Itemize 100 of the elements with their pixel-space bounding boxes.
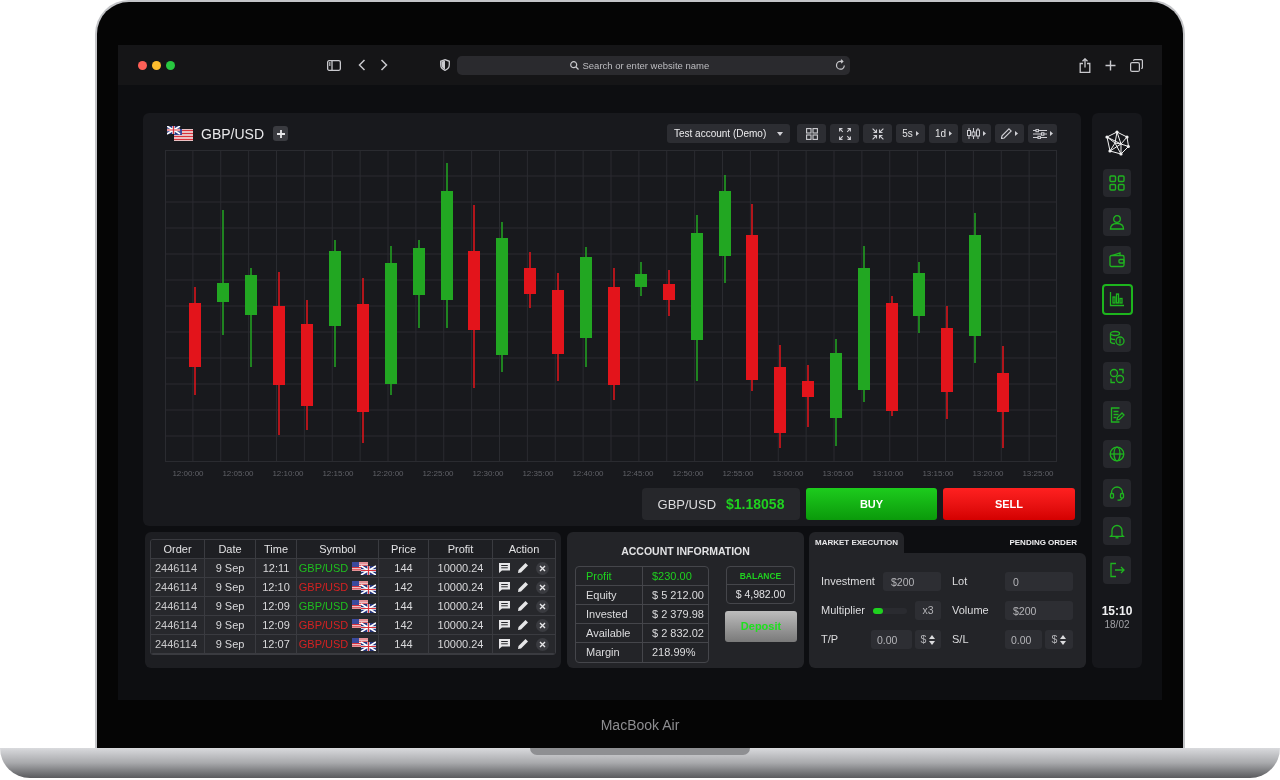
pencil-icon: [1001, 128, 1012, 139]
shield-icon[interactable]: [440, 59, 450, 71]
address-bar[interactable]: Search or enter website name: [457, 55, 850, 75]
nav-button[interactable]: [1103, 246, 1131, 275]
tab[interactable]: PENDING ORDER: [1000, 532, 1086, 553]
currency-select[interactable]: $: [915, 630, 941, 649]
account-value: $230.00: [652, 569, 692, 583]
new-tab-icon[interactable]: [1105, 59, 1116, 71]
account-select[interactable]: Test account (Demo): [667, 124, 790, 143]
comment-icon[interactable]: [499, 582, 510, 592]
plus-icon: [276, 129, 285, 138]
flags-icon: [167, 126, 193, 141]
settings-button[interactable]: [1028, 124, 1057, 143]
axis-label: 13:25:00: [1022, 469, 1054, 479]
candlestick: [663, 270, 675, 316]
comment-icon[interactable]: [499, 639, 510, 649]
caret-icon: [915, 131, 919, 136]
nav-button[interactable]: [1101, 283, 1133, 315]
tab[interactable]: MARKET EXECUTION: [809, 532, 905, 553]
flags-icon: [352, 599, 377, 613]
caret-icon: [1015, 131, 1018, 136]
nav-button[interactable]: [1103, 478, 1131, 507]
wallet-icon: [1109, 252, 1125, 269]
back-icon[interactable]: [358, 59, 366, 71]
timeframe-button[interactable]: 5s: [896, 124, 925, 143]
axis-label: 13:15:00: [922, 469, 954, 479]
nav-button[interactable]: [1103, 517, 1131, 546]
address-field[interactable]: Search or enter website name: [582, 57, 723, 73]
window-minimize-icon[interactable]: [152, 60, 161, 70]
table-cell: 10000.24: [429, 616, 493, 635]
input-field[interactable]: $200: [883, 572, 941, 591]
close-icon[interactable]: [536, 618, 549, 632]
multiplier-slider[interactable]: [873, 607, 907, 614]
axis-label: 12:35:00: [522, 469, 554, 479]
column-header: Price: [379, 540, 429, 559]
nav-button[interactable]: [1103, 323, 1131, 352]
tabs-icon[interactable]: [1130, 58, 1143, 72]
fullscreen-button[interactable]: [830, 124, 859, 143]
layout-button[interactable]: [797, 124, 826, 143]
comment-icon[interactable]: [499, 601, 510, 611]
window-close-icon[interactable]: [138, 60, 147, 70]
sidebar-toggle-icon[interactable]: [327, 59, 341, 71]
table-cell: 9 Sep: [205, 597, 256, 616]
window-maximize-icon[interactable]: [166, 60, 175, 70]
table-cell: 142: [379, 578, 429, 597]
input-field[interactable]: 0.00: [871, 630, 912, 649]
axis-label: 12:50:00: [672, 469, 704, 479]
forward-icon[interactable]: [380, 59, 388, 71]
drawing-tools-button[interactable]: [995, 124, 1024, 143]
table-cell: 9 Sep: [205, 559, 256, 578]
input-field[interactable]: 0: [1005, 572, 1073, 591]
account-label: Profit: [586, 569, 612, 583]
bar-chart-icon: [1109, 291, 1125, 308]
axis-label: 12:40:00: [572, 469, 604, 479]
close-icon[interactable]: [536, 637, 549, 651]
close-icon[interactable]: [536, 561, 549, 575]
axis-label: 13:05:00: [822, 469, 854, 479]
chart-type-button[interactable]: [962, 124, 991, 143]
globe-icon: [1109, 445, 1125, 462]
currency-select[interactable]: $: [1045, 630, 1073, 649]
account-label: Invested: [586, 607, 628, 621]
account-value: 218.99%: [652, 646, 696, 659]
comment-icon[interactable]: [499, 620, 510, 630]
table-cell: 2446114: [151, 578, 205, 597]
balance-label: BALANCE: [739, 570, 782, 581]
nav-button[interactable]: [1103, 169, 1131, 197]
axis-label: 12:30:00: [472, 469, 504, 479]
column-header: Symbol: [297, 540, 379, 559]
account-value: $ 5 212.00: [652, 588, 704, 602]
nav-button[interactable]: [1103, 439, 1131, 468]
nav-button[interactable]: [1103, 401, 1131, 430]
flags-icon: [352, 618, 377, 632]
account-label: Available: [586, 626, 631, 640]
nav-button[interactable]: [1103, 207, 1131, 236]
nav-button[interactable]: [1103, 362, 1131, 391]
grid-icon: [1109, 175, 1125, 191]
flags-icon: [352, 561, 377, 575]
comment-icon[interactable]: [499, 563, 510, 573]
share-icon[interactable]: [1079, 57, 1091, 73]
document-edit-icon: [1109, 407, 1125, 424]
caret-icon: [983, 131, 986, 136]
bell-icon: [1109, 523, 1125, 540]
reload-icon[interactable]: [835, 59, 846, 71]
close-icon[interactable]: [536, 580, 549, 594]
axis-label: 12:05:00: [222, 469, 254, 479]
coins-icon: [1109, 329, 1125, 346]
currency-pair: GBP/USD: [298, 561, 349, 575]
currency-pair: GBP/USD: [298, 637, 349, 651]
input-field[interactable]: $200: [1005, 601, 1073, 620]
close-icon[interactable]: [536, 599, 549, 613]
input-field[interactable]: 0.00: [1005, 630, 1042, 649]
table-cell: 2446114: [151, 559, 205, 578]
sell-button[interactable]: SELL: [943, 488, 1075, 520]
nav-button[interactable]: [1103, 555, 1131, 584]
add-symbol-button[interactable]: [273, 126, 288, 141]
table-cell: 12:11: [256, 559, 297, 578]
table-cell: 2446114: [151, 616, 205, 635]
collapse-button[interactable]: [863, 124, 892, 143]
timeframe-button[interactable]: 1d: [929, 124, 958, 143]
column-header: Date: [205, 540, 256, 559]
